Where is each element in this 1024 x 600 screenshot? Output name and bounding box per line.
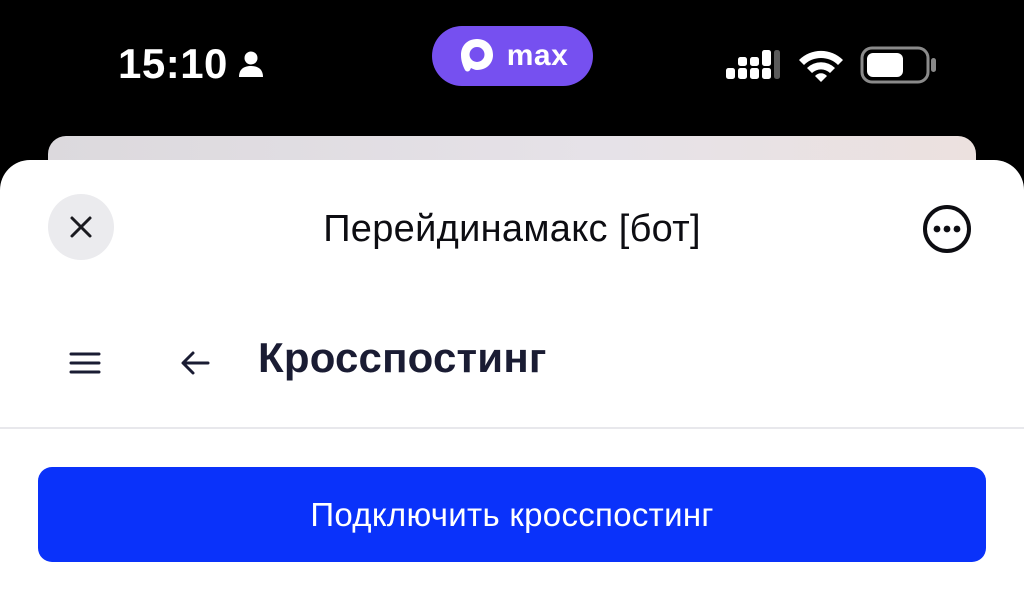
connect-crossposting-button[interactable]: Подключить кросспостинг [38,467,986,562]
more-icon [923,205,971,253]
sheet-title: Перейдинамакс [бот] [323,208,701,250]
status-indicators [724,45,938,85]
app-activity-pill[interactable]: max [432,26,593,86]
menu-button[interactable] [62,340,108,386]
max-logo-icon [460,39,493,72]
status-time: 15:10 [118,40,228,87]
menu-icon [69,352,101,374]
island-label: max [506,39,569,72]
person-icon [238,51,263,77]
mini-app-sheet: Перейдинамакс [бот] Кросспостинг Подключ… [0,160,1024,600]
battery-icon [860,46,936,84]
more-options-button[interactable] [916,198,978,260]
status-time-group: 15:10 [118,40,266,88]
cellular-signal-icon [726,50,780,79]
page-title: Кросспостинг [258,334,547,381]
wifi-icon [799,50,843,82]
back-button[interactable] [172,340,218,386]
status-bar: 15:10 max [0,0,1024,135]
phone-screen: 15:10 max Перейдинамакс [бот] Кросспости… [0,0,1024,600]
header-divider [0,427,1024,429]
back-arrow-icon [181,351,210,375]
